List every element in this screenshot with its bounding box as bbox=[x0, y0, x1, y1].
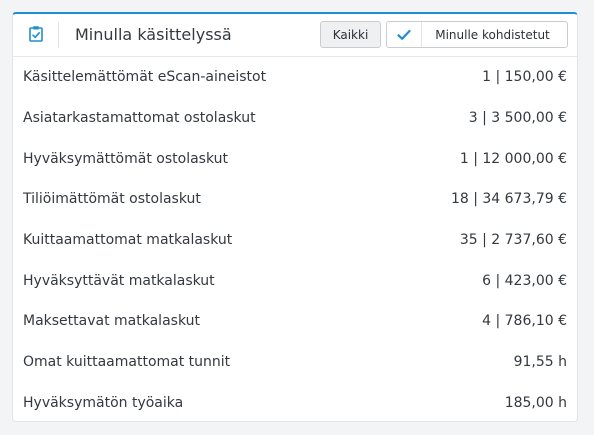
header-divider bbox=[58, 22, 59, 48]
assigned-to-me-label: Minulle kohdistetut bbox=[435, 27, 550, 42]
list-item-value: 185,00 h bbox=[504, 394, 567, 411]
widget-header: Minulla käsittelyssä Kaikki Minulle kohd… bbox=[13, 14, 577, 57]
list-item-value: 35 | 2 737,60 € bbox=[459, 232, 567, 249]
list-item-label: Käsittelemättömät eScan-aineistot bbox=[23, 69, 267, 86]
in-progress-widget: Minulla käsittelyssä Kaikki Minulle kohd… bbox=[12, 12, 578, 422]
list-item-approvable-travel-invoices[interactable]: Hyväksyttävät matkalaskut 6 | 423,00 € bbox=[13, 260, 577, 301]
list-item-label: Omat kuittaamattomat tunnit bbox=[23, 354, 231, 371]
list-item-unreviewed-purchase-invoices[interactable]: Asiatarkastamattomat ostolaskut 3 | 3 50… bbox=[13, 98, 577, 139]
list-item-label: Maksettavat matkalaskut bbox=[23, 313, 200, 330]
list-item-label: Kuittaamattomat matkalaskut bbox=[23, 232, 233, 249]
list-item-value: 6 | 423,00 € bbox=[482, 272, 567, 289]
list-item-value: 4 | 786,10 € bbox=[482, 313, 567, 330]
all-filter-button[interactable]: Kaikki bbox=[320, 21, 381, 48]
list-item-value: 1 | 150,00 € bbox=[482, 69, 567, 86]
list-item-own-unacknowledged-hours[interactable]: Omat kuittaamattomat tunnit 91,55 h bbox=[13, 342, 577, 383]
assigned-to-me-toggle[interactable]: Minulle kohdistetut bbox=[386, 21, 568, 48]
list-item-value: 18 | 34 673,79 € bbox=[450, 191, 567, 208]
list-item-label: Hyväksyttävät matkalaskut bbox=[23, 272, 215, 289]
all-filter-label: Kaikki bbox=[332, 27, 369, 42]
widget-title: Minulla käsittelyssä bbox=[75, 25, 232, 44]
list-item-value: 3 | 3 500,00 € bbox=[468, 110, 567, 127]
list-item-label: Hyväksymätön työaika bbox=[23, 394, 184, 411]
task-list: Käsittelemättömät eScan-aineistot 1 | 15… bbox=[13, 57, 577, 423]
list-item-payable-travel-invoices[interactable]: Maksettavat matkalaskut 4 | 786,10 € bbox=[13, 301, 577, 342]
list-item-escan-materials[interactable]: Käsittelemättömät eScan-aineistot 1 | 15… bbox=[13, 57, 577, 98]
list-item-value: 91,55 h bbox=[513, 354, 567, 371]
checkmark-icon bbox=[387, 22, 422, 47]
list-item-unacknowledged-travel-invoices[interactable]: Kuittaamattomat matkalaskut 35 | 2 737,6… bbox=[13, 220, 577, 261]
list-item-label: Asiatarkastamattomat ostolaskut bbox=[23, 110, 256, 127]
list-item-unposted-purchase-invoices[interactable]: Tiliöimättömät ostolaskut 18 | 34 673,79… bbox=[13, 179, 577, 220]
list-item-unapproved-working-time[interactable]: Hyväksymätön työaika 185,00 h bbox=[13, 383, 577, 424]
list-item-label: Tiliöimättömät ostolaskut bbox=[23, 191, 201, 208]
list-item-value: 1 | 12 000,00 € bbox=[459, 150, 567, 167]
clipboard-check-icon bbox=[27, 25, 45, 43]
list-item-label: Hyväksymättömät ostolaskut bbox=[23, 150, 228, 167]
list-item-unapproved-purchase-invoices[interactable]: Hyväksymättömät ostolaskut 1 | 12 000,00… bbox=[13, 138, 577, 179]
